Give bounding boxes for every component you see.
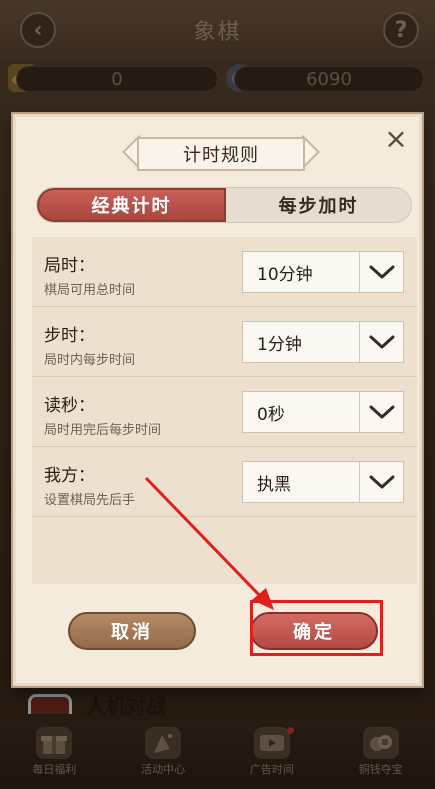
- select-value: 1分钟: [257, 334, 302, 355]
- rule-row-move-time: 步时： 局时内每步时间 1分钟: [32, 307, 417, 377]
- confirm-button[interactable]: 确定: [250, 612, 378, 650]
- rule-subtitle: 棋局可用总时间: [44, 283, 136, 298]
- cancel-button[interactable]: 取消: [68, 612, 196, 650]
- select-value: 执黑: [257, 474, 291, 495]
- rule-row-byoyomi: 读秒： 局时用完后每步时间 0秒: [32, 377, 417, 447]
- chevron-down-icon[interactable]: [359, 392, 403, 432]
- close-icon[interactable]: ×: [383, 125, 409, 153]
- byoyomi-select[interactable]: 0秒: [242, 391, 404, 433]
- rule-title: 我方：: [44, 466, 95, 486]
- move-time-select[interactable]: 1分钟: [242, 321, 404, 363]
- rules-panel: 局时： 棋局可用总时间 10分钟 步时： 局时内每步时间 1分钟 读秒： 局时用…: [32, 237, 417, 584]
- side-select[interactable]: 执黑: [242, 461, 404, 503]
- chevron-down-icon[interactable]: [359, 462, 403, 502]
- rule-row-game-time: 局时： 棋局可用总时间 10分钟: [32, 237, 417, 307]
- game-time-select[interactable]: 10分钟: [242, 251, 404, 293]
- select-value: 0秒: [257, 404, 285, 425]
- chevron-down-icon[interactable]: [359, 322, 403, 362]
- rule-title: 读秒：: [44, 396, 95, 416]
- rule-subtitle: 局时用完后每步时间: [44, 423, 162, 438]
- rule-subtitle: 局时内每步时间: [44, 353, 136, 368]
- chevron-down-icon[interactable]: [359, 252, 403, 292]
- rule-row-side: 我方： 设置棋局先后手 执黑: [32, 447, 417, 517]
- timing-rules-dialog: 计时规则 × 经典计时 每步加时 局时： 棋局可用总时间 10分钟 步时： 局时…: [13, 114, 422, 686]
- tab-classic-timing[interactable]: 经典计时: [37, 188, 226, 222]
- tab-per-move-increment[interactable]: 每步加时: [226, 188, 411, 222]
- rule-title: 局时：: [44, 256, 95, 276]
- dialog-title-ribbon: 计时规则: [122, 135, 320, 171]
- rule-subtitle: 设置棋局先后手: [44, 493, 136, 508]
- timing-mode-tabs: 经典计时 每步加时: [36, 187, 412, 223]
- rule-title: 步时：: [44, 326, 95, 346]
- dialog-title: 计时规则: [183, 145, 259, 166]
- select-value: 10分钟: [257, 264, 313, 285]
